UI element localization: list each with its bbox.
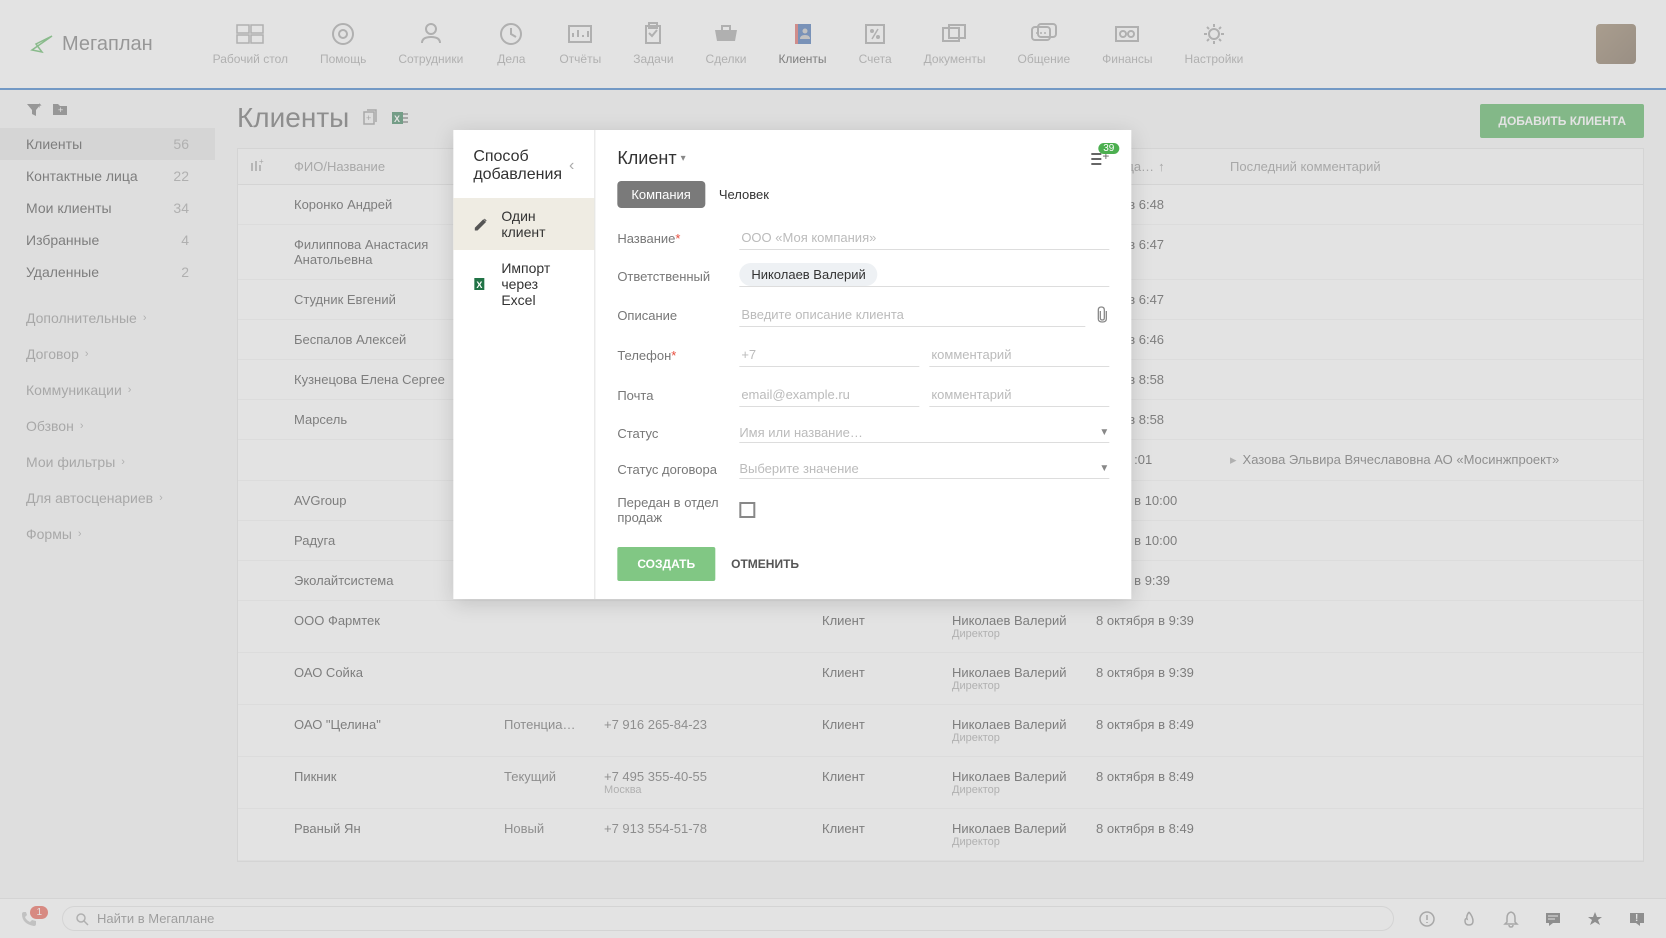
method-icon: X bbox=[473, 275, 489, 293]
modal-tab[interactable]: Человек bbox=[705, 181, 783, 208]
responsible-label: Ответственный bbox=[617, 269, 729, 284]
email-input[interactable] bbox=[739, 383, 919, 407]
add-client-modal: Способ добавления ‹ Один клиент X Импорт ч… bbox=[453, 130, 1131, 599]
field-config-icon[interactable]: + 39 bbox=[1089, 151, 1109, 167]
chevron-down-icon: ▼ bbox=[1099, 463, 1109, 474]
name-input[interactable] bbox=[739, 226, 1109, 250]
method-label: Импорт через Excel bbox=[501, 260, 574, 308]
status-select[interactable]: Имя или название…▼ bbox=[739, 423, 1109, 443]
modal-tab[interactable]: Компания bbox=[617, 181, 705, 208]
chevron-down-icon: ▼ bbox=[1099, 427, 1109, 438]
field-count-badge: 39 bbox=[1098, 143, 1119, 154]
svg-text:X: X bbox=[476, 280, 482, 290]
transfer-checkbox[interactable] bbox=[739, 502, 755, 518]
modal-title[interactable]: Клиент ▾ bbox=[617, 148, 685, 169]
method-icon bbox=[473, 215, 489, 233]
description-input[interactable] bbox=[739, 303, 1085, 327]
modal-method-panel: Способ добавления ‹ Один клиент X Импорт ч… bbox=[453, 130, 595, 599]
modal-form-panel: Клиент ▾ + 39 КомпанияЧеловек Название* … bbox=[595, 130, 1131, 599]
email-label: Почта bbox=[617, 388, 729, 403]
phone-input[interactable] bbox=[739, 343, 919, 367]
collapse-icon[interactable]: ‹ bbox=[569, 157, 574, 175]
method-title: Способ добавления bbox=[473, 148, 569, 184]
name-label: Название* bbox=[617, 231, 729, 246]
phone-label: Телефон* bbox=[617, 348, 729, 363]
responsible-chip[interactable]: Николаев Валерий bbox=[739, 263, 877, 286]
cancel-button[interactable]: ОТМЕНИТЬ bbox=[731, 557, 799, 571]
method-item[interactable]: Один клиент bbox=[453, 198, 594, 250]
status-label: Статус bbox=[617, 426, 729, 441]
create-button[interactable]: СОЗДАТЬ bbox=[617, 547, 715, 581]
dropdown-caret-icon: ▾ bbox=[681, 153, 686, 164]
contract-status-select[interactable]: Выберите значение▼ bbox=[739, 459, 1109, 479]
phone-comment-input[interactable] bbox=[929, 343, 1109, 367]
description-label: Описание bbox=[617, 308, 729, 323]
transfer-label: Передан в отдел продаж bbox=[617, 495, 729, 525]
method-item[interactable]: X Импорт через Excel bbox=[453, 250, 594, 318]
contract-status-label: Статус договора bbox=[617, 462, 729, 477]
method-label: Один клиент bbox=[501, 208, 574, 240]
email-comment-input[interactable] bbox=[929, 383, 1109, 407]
attach-icon[interactable] bbox=[1095, 306, 1109, 324]
